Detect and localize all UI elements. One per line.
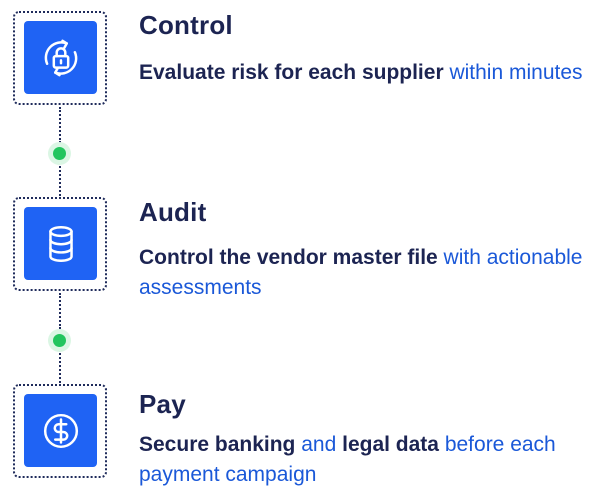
step-description-highlight: Evaluate risk for each supplier [139,61,444,84]
step-title: Control [139,10,233,40]
status-dot [53,147,66,160]
icon-tile [24,394,97,467]
connector-line [59,107,61,143]
lock-refresh-icon [44,39,77,76]
step-description-highlight: legal data [342,433,439,456]
step-description: Secure banking and legal data before eac… [139,430,587,490]
connector-line [59,353,61,383]
step-description-highlight: Secure banking [139,433,296,456]
database-icon [48,225,73,262]
icon-frame [13,384,107,478]
icon-tile [24,21,97,94]
step-description-text: within minutes [443,61,583,84]
icon-tile [24,207,97,280]
step-title: Audit [139,197,207,227]
dollar-coin-icon [43,413,78,448]
step-description: Evaluate risk for each supplier within m… [139,58,587,88]
step-description: Control the vendor master file with acti… [139,243,587,303]
step-title: Pay [139,389,186,419]
connector-line [59,293,61,329]
icon-frame [13,11,107,105]
step-description-highlight: Control the vendor master file [139,246,438,269]
icon-frame [13,197,107,291]
connector-line [59,166,61,196]
status-dot [53,334,66,347]
step-description-text: and [295,433,343,456]
